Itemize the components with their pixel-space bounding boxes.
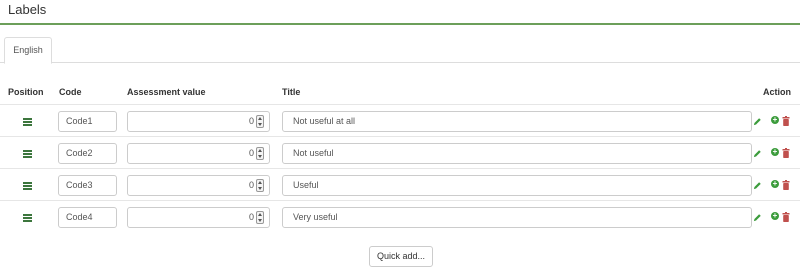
table-row: Code4 0 Very useful + xyxy=(0,200,800,232)
assessment-value: 0 xyxy=(248,148,254,158)
plus-circle-icon[interactable]: + xyxy=(771,148,779,156)
plus-circle-icon[interactable]: + xyxy=(771,180,779,188)
pencil-icon[interactable] xyxy=(753,117,762,126)
column-header-action: Action xyxy=(763,87,791,97)
spin-up-icon[interactable] xyxy=(258,181,262,184)
trash-icon[interactable] xyxy=(782,116,790,126)
drag-handle-icon[interactable] xyxy=(23,118,32,126)
spin-up-icon[interactable] xyxy=(258,213,262,216)
plus-circle-icon[interactable]: + xyxy=(771,116,779,124)
assessment-value-input[interactable]: 0 xyxy=(127,143,270,164)
number-spinner[interactable] xyxy=(256,211,264,224)
title-input[interactable]: Useful xyxy=(282,175,752,196)
tab-english[interactable]: English xyxy=(4,37,52,64)
drag-handle-icon[interactable] xyxy=(23,214,32,222)
spin-down-icon[interactable] xyxy=(258,219,262,222)
assessment-value: 0 xyxy=(248,212,254,222)
trash-icon[interactable] xyxy=(782,212,790,222)
assessment-value-input[interactable]: 0 xyxy=(127,111,270,132)
column-header-assessment: Assessment value xyxy=(127,87,206,97)
title-input[interactable]: Not useful xyxy=(282,143,752,164)
plus-circle-icon[interactable]: + xyxy=(771,212,779,220)
number-spinner[interactable] xyxy=(256,115,264,128)
assessment-value: 0 xyxy=(248,116,254,126)
spin-up-icon[interactable] xyxy=(258,117,262,120)
table-row: Code1 0 Not useful at all + xyxy=(0,104,800,136)
column-header-title: Title xyxy=(282,87,301,97)
title-input[interactable]: Very useful xyxy=(282,207,752,228)
language-tabs: English xyxy=(0,37,800,64)
spin-down-icon[interactable] xyxy=(258,123,262,126)
page-title: Labels xyxy=(8,2,47,17)
table-row: Code2 0 Not useful + xyxy=(0,136,800,168)
page-header: Labels xyxy=(0,0,800,25)
number-spinner[interactable] xyxy=(256,147,264,160)
drag-handle-icon[interactable] xyxy=(23,150,32,158)
pencil-icon[interactable] xyxy=(753,181,762,190)
code-input[interactable]: Code1 xyxy=(58,111,117,132)
column-header-code: Code xyxy=(59,87,82,97)
assessment-value-input[interactable]: 0 xyxy=(127,175,270,196)
code-input[interactable]: Code4 xyxy=(58,207,117,228)
pencil-icon[interactable] xyxy=(753,149,762,158)
assessment-value-input[interactable]: 0 xyxy=(127,207,270,228)
quick-add-button[interactable]: Quick add... xyxy=(369,246,433,267)
number-spinner[interactable] xyxy=(256,179,264,192)
code-input[interactable]: Code2 xyxy=(58,143,117,164)
code-input[interactable]: Code3 xyxy=(58,175,117,196)
assessment-value: 0 xyxy=(248,180,254,190)
trash-icon[interactable] xyxy=(782,180,790,190)
column-header-position: Position xyxy=(8,87,44,97)
trash-icon[interactable] xyxy=(782,148,790,158)
title-input[interactable]: Not useful at all xyxy=(282,111,752,132)
pencil-icon[interactable] xyxy=(753,213,762,222)
drag-handle-icon[interactable] xyxy=(23,182,32,190)
spin-up-icon[interactable] xyxy=(258,149,262,152)
spin-down-icon[interactable] xyxy=(258,155,262,158)
spin-down-icon[interactable] xyxy=(258,187,262,190)
table-row: Code3 0 Useful + xyxy=(0,168,800,200)
